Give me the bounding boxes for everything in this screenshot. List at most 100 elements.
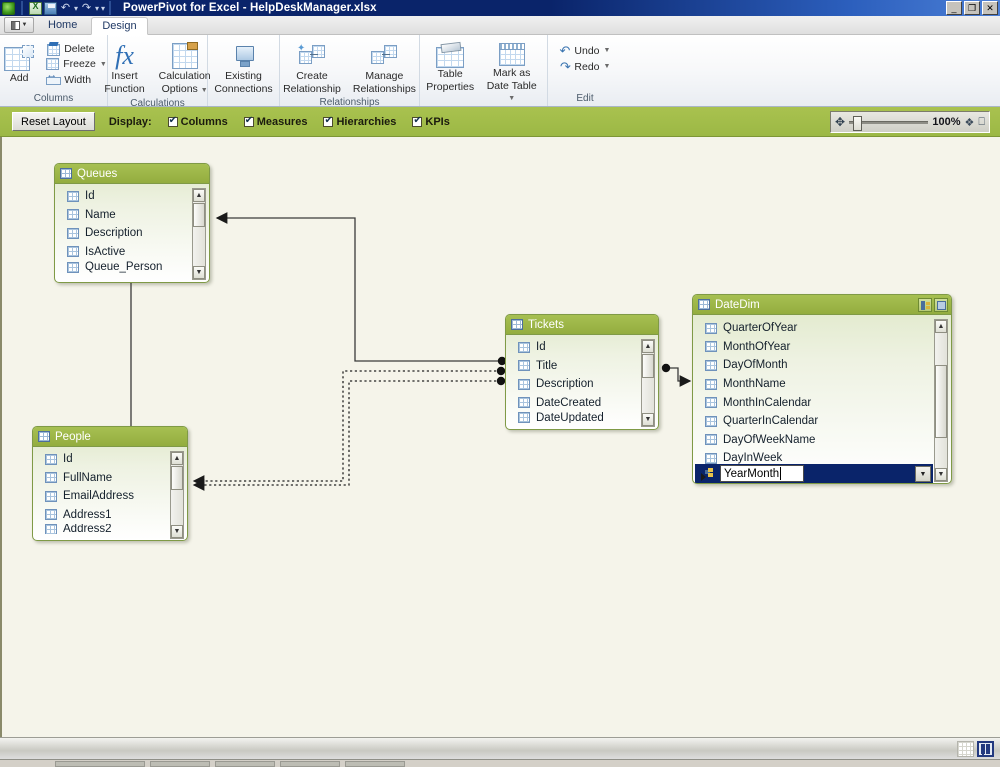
table-header-people[interactable]: People	[33, 427, 187, 447]
field-row[interactable]: Title	[506, 357, 658, 376]
reset-layout-button[interactable]: Reset Layout	[12, 112, 95, 131]
field-row[interactable]: Id	[55, 187, 209, 206]
table-node-datedim[interactable]: DateDim QuarterOfYear MonthOfYear DayOfM…	[692, 294, 952, 484]
scroll-down-icon[interactable]: ▼	[642, 413, 654, 426]
rename-input[interactable]: YearMonth	[720, 465, 804, 482]
checkbox-icon[interactable]	[412, 115, 423, 127]
field-row[interactable]: Id	[506, 338, 658, 357]
row-dropdown-icon[interactable]: ▼	[915, 466, 931, 482]
save-icon[interactable]	[44, 1, 57, 15]
zoom-slider[interactable]	[849, 115, 929, 131]
field-row[interactable]: Queue_Person	[55, 261, 209, 273]
hierarchy-view-icon[interactable]	[918, 298, 932, 312]
grid-view-icon[interactable]	[957, 740, 974, 757]
calculation-options-button[interactable]: Calculation Options ▼	[155, 39, 215, 98]
checkbox-icon[interactable]	[323, 115, 334, 127]
fit-to-screen-icon[interactable]: ❖	[965, 116, 975, 129]
manage-relationships-button[interactable]: Manage Relationships	[349, 39, 420, 97]
checkbox-icon[interactable]	[167, 115, 178, 127]
field-row[interactable]: DayOfMonth	[693, 356, 951, 375]
redo-button[interactable]: ↶ Redo ▼	[557, 59, 614, 74]
field-row[interactable]: QuarterInCalendar	[693, 412, 951, 431]
field-row[interactable]: Address1	[33, 506, 187, 525]
chevron-down-icon[interactable]: ▼	[508, 95, 515, 102]
tab-design[interactable]: Design	[91, 17, 148, 35]
undo-button[interactable]: ↶ Undo ▼	[557, 43, 614, 58]
mark-as-date-table-button[interactable]: Mark as Date Table ▼	[482, 39, 541, 106]
table-scrollbar[interactable]: ▲ ▼	[170, 451, 184, 539]
scrollbar-thumb[interactable]	[642, 354, 654, 378]
quick-access-toolbar[interactable]: ↶ ▾ ↷ ▾ ▾	[0, 1, 105, 15]
display-checkbox-measures[interactable]: Measures	[243, 115, 307, 128]
table-node-queues[interactable]: Queues Id Name Description IsActive Queu…	[54, 163, 210, 283]
zoom-control[interactable]: ✥ 100% ❖ ⎕	[830, 111, 990, 133]
field-row[interactable]: Id	[33, 450, 187, 469]
table-scrollbar[interactable]: ▲ ▼	[934, 319, 948, 482]
pan-icon[interactable]: ✥	[835, 116, 845, 128]
insert-function-button[interactable]: fx Insert Function	[100, 39, 148, 97]
scroll-down-icon[interactable]: ▼	[935, 468, 947, 481]
hierarchy-row-yearmonth[interactable]: YearMonth ▼	[695, 464, 933, 483]
scroll-down-icon[interactable]: ▼	[193, 266, 205, 279]
display-checkbox-kpis[interactable]: KPIs	[412, 115, 450, 128]
field-row[interactable]: IsActive	[55, 243, 209, 262]
chevron-down-icon[interactable]: ▼	[604, 47, 611, 54]
diagram-view-icon[interactable]	[977, 740, 994, 757]
scrollbar-thumb[interactable]	[193, 203, 205, 227]
zoom-slider-thumb[interactable]	[853, 115, 863, 131]
scroll-up-icon[interactable]: ▲	[171, 452, 183, 465]
diagram-canvas[interactable]: Queues Id Name Description IsActive Queu…	[0, 137, 1000, 737]
field-row[interactable]: DateCreated	[506, 394, 658, 413]
existing-connections-button[interactable]: Existing Connections	[210, 39, 276, 97]
relationship-tickets-people-2[interactable]	[192, 376, 506, 491]
field-row[interactable]: QuarterOfYear	[693, 319, 951, 338]
display-checkbox-hierarchies[interactable]: Hierarchies	[323, 115, 396, 128]
redo-icon[interactable]: ↷	[80, 2, 93, 15]
field-row[interactable]: MonthInCalendar	[693, 393, 951, 412]
scrollbar-thumb[interactable]	[171, 466, 183, 490]
checkbox-icon[interactable]	[243, 115, 254, 127]
table-node-people[interactable]: People Id FullName EmailAddress Address1…	[32, 426, 188, 541]
scrollbar-thumb[interactable]	[935, 365, 947, 438]
redo-dropdown-icon[interactable]: ▾	[95, 2, 99, 15]
display-checkbox-columns[interactable]: Columns	[167, 115, 228, 128]
reset-zoom-icon[interactable]: ⎕	[978, 116, 985, 129]
window-controls[interactable]: _ ❐ ✕	[946, 1, 998, 15]
field-row[interactable]: FullName	[33, 469, 187, 488]
close-button[interactable]: ✕	[982, 1, 998, 15]
create-relationship-button[interactable]: ✦ Create Relationship	[279, 39, 345, 97]
field-row[interactable]: DayOfWeekName	[693, 431, 951, 450]
scroll-up-icon[interactable]: ▲	[642, 340, 654, 353]
field-row[interactable]: Description	[506, 375, 658, 394]
table-scrollbar[interactable]: ▲ ▼	[192, 188, 206, 280]
relationship-tickets-datedim[interactable]	[661, 363, 692, 387]
undo-dropdown-icon[interactable]: ▾	[74, 2, 78, 15]
minimize-button[interactable]: _	[946, 1, 962, 15]
field-row[interactable]: Description	[55, 224, 209, 243]
table-header-queues[interactable]: Queues	[55, 164, 209, 184]
file-menu-button[interactable]: ▼	[4, 17, 34, 33]
scroll-down-icon[interactable]: ▼	[171, 525, 183, 538]
field-row[interactable]: MonthOfYear	[693, 338, 951, 357]
add-column-button[interactable]: Add	[0, 39, 41, 86]
scroll-up-icon[interactable]: ▲	[935, 320, 947, 333]
tab-home[interactable]: Home	[38, 16, 87, 34]
field-row[interactable]: DateUpdated	[506, 412, 658, 423]
table-node-tickets[interactable]: Tickets Id Title Description DateCreated…	[505, 314, 659, 430]
field-row[interactable]: EmailAddress	[33, 487, 187, 506]
maximize-icon[interactable]	[934, 298, 948, 312]
undo-icon[interactable]: ↶	[59, 2, 72, 15]
chevron-down-icon[interactable]: ▼	[604, 63, 611, 70]
table-header-tickets[interactable]: Tickets	[506, 315, 658, 335]
table-header-datedim[interactable]: DateDim	[693, 295, 951, 315]
field-row[interactable]: Name	[55, 206, 209, 225]
restore-button[interactable]: ❐	[964, 1, 980, 15]
chevron-down-icon[interactable]: ▼	[201, 87, 208, 94]
relationship-tickets-queues[interactable]	[215, 212, 507, 366]
field-row[interactable]: Address2	[33, 524, 187, 534]
table-header-buttons[interactable]	[918, 298, 948, 312]
excel-icon[interactable]	[29, 1, 42, 15]
customize-qat-icon[interactable]: ▾	[101, 2, 105, 15]
table-properties-button[interactable]: Table Properties	[426, 39, 474, 95]
scroll-up-icon[interactable]: ▲	[193, 189, 205, 202]
